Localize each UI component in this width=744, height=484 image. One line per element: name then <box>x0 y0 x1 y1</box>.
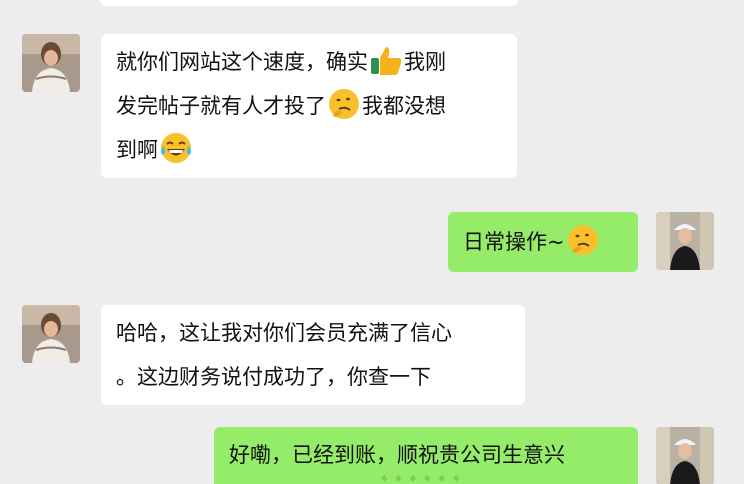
message-text: 我刚 <box>404 50 446 74</box>
chat-window: 就你们网站这个速度，确实 我刚 发完帖子就有人才投了 我都没想 到啊 日常操作~ 哈… <box>0 0 744 484</box>
message-text: 。这边财务说付成功了，你查一下 <box>116 365 431 389</box>
message-text: 哈哈，这让我对你们会员充满了信心 <box>116 321 452 345</box>
avatar[interactable] <box>656 212 714 270</box>
message-text: 到啊 <box>116 138 158 162</box>
message-bubble[interactable]: 日常操作~ <box>448 212 638 272</box>
emoji-row-decoration: ✧✧✧✧✧✧ <box>380 474 467 484</box>
avatar[interactable] <box>22 305 80 363</box>
avatar[interactable] <box>656 427 714 484</box>
avatar[interactable] <box>22 34 80 92</box>
message-bubble[interactable]: 哈哈，这让我对你们会员充满了信心 。这边财务说付成功了，你查一下 <box>101 305 525 405</box>
message-text: 好嘞，已经到账，顺祝贵公司生意兴 <box>229 443 565 467</box>
previous-message-bubble <box>100 0 518 6</box>
thumbs-up-icon <box>368 42 404 78</box>
message-text: 就你们网站这个速度，确实 <box>116 50 368 74</box>
message-text: 我都没想 <box>362 94 446 118</box>
tears-of-joy-icon <box>158 130 194 166</box>
message-bubble[interactable]: 就你们网站这个速度，确实 我刚 发完帖子就有人才投了 我都没想 到啊 <box>101 34 517 178</box>
message-text: 发完帖子就有人才投了 <box>116 94 326 118</box>
thinking-face-icon <box>326 86 362 122</box>
thinking-face-icon <box>565 222 601 258</box>
message-text: 日常操作~ <box>463 230 565 254</box>
